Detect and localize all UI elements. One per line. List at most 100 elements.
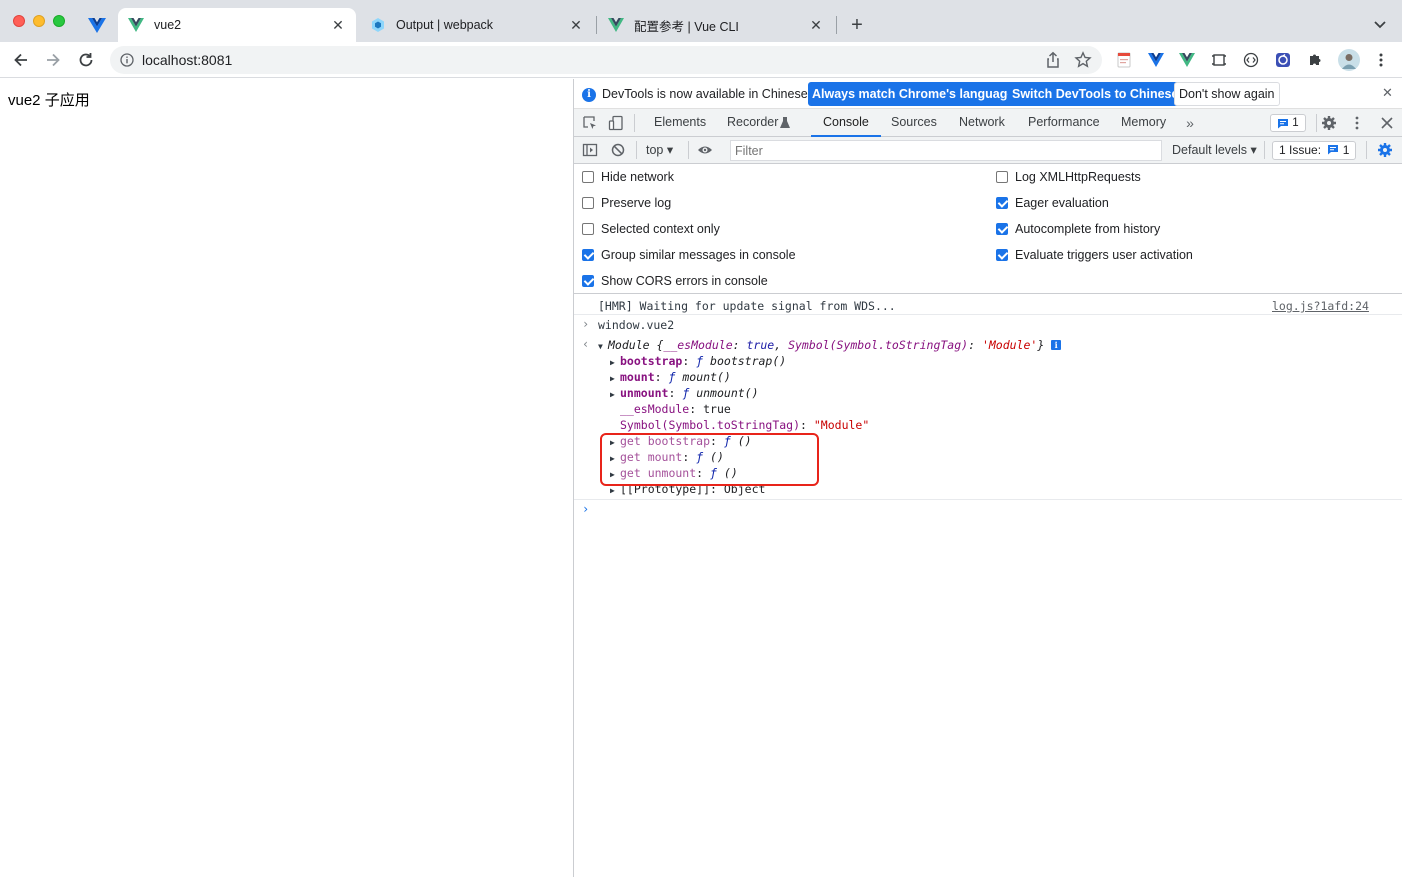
bookmark-star-icon[interactable] [1074,51,1092,69]
tab-search-button[interactable] [1370,14,1390,34]
console-settings-panel: Hide network Preserve log Selected conte… [574,164,1402,294]
result-summary[interactable]: ▼ Module {__esModule: true, Symbol(Symbol… [598,337,1062,355]
divider [634,114,635,132]
back-button[interactable] [10,49,32,71]
log-levels-select[interactable]: Default levels ▾ [1172,142,1257,157]
tab-vue-cli[interactable]: 配置参考 | Vue CLI ✕ [598,8,834,42]
more-tabs-chevron-icon[interactable]: » [1182,115,1198,131]
checkbox[interactable] [582,171,594,183]
sidebar-toggle-icon[interactable] [582,142,598,158]
always-match-language-button[interactable]: Always match Chrome's language [808,82,1019,106]
site-info-icon[interactable] [120,53,134,67]
avatar[interactable] [1338,49,1360,71]
tab-performance[interactable]: Performance [1028,109,1100,136]
option-hide-network[interactable]: Hide network [582,168,674,186]
new-tab-button[interactable]: + [846,14,868,36]
address-bar[interactable]: localhost:8081 [110,46,1102,74]
close-icon[interactable]: ✕ [568,17,584,33]
extensions-puzzle-icon[interactable] [1306,51,1324,69]
devtools-tab-bar: Elements Recorder Console Sources Networ… [574,109,1402,137]
webpack-icon [370,17,386,33]
switch-to-chinese-button[interactable]: Switch DevTools to Chinese [1008,82,1183,106]
chevron-down-icon [1374,21,1386,29]
close-icon[interactable]: ✕ [808,17,824,33]
tab-webpack[interactable]: Output | webpack ✕ [360,8,594,42]
extension-screenshot-icon[interactable] [1210,51,1228,69]
expanded-triangle-icon[interactable]: ▼ [598,339,608,355]
close-icon[interactable]: ✕ [1382,85,1393,101]
checkbox[interactable] [996,197,1008,209]
console-settings-gear-icon[interactable] [1377,142,1393,158]
option-eager-evaluation[interactable]: Eager evaluation [996,194,1109,212]
divider [1316,114,1317,132]
info-icon: i [582,88,596,102]
console-message: [HMR] Waiting for update signal from WDS… [574,297,1402,315]
tab-sources[interactable]: Sources [891,109,937,136]
share-icon[interactable] [1044,51,1062,69]
reload-button[interactable] [75,49,97,71]
more-vertical-icon[interactable] [1372,51,1390,69]
vue-logo-icon [608,17,624,33]
option-evaluate-triggers[interactable]: Evaluate triggers user activation [996,246,1193,264]
inspect-element-icon[interactable] [582,115,598,131]
pinned-tab-vue[interactable] [86,14,108,36]
option-autocomplete-history[interactable]: Autocomplete from history [996,220,1160,238]
object-property: Symbol(Symbol.toStringTag): "Module" [620,418,870,432]
language-infobar: i DevTools is now available in Chinese! … [574,79,1402,109]
checkbox[interactable] [996,223,1008,235]
messages-count-badge[interactable]: 1 [1270,114,1306,132]
tab-recorder[interactable]: Recorder [727,109,778,136]
checkbox[interactable] [582,197,594,209]
tab-elements[interactable]: Elements [654,109,706,136]
context-select[interactable]: top ▾ [646,142,673,157]
close-icon[interactable]: ✕ [330,17,346,33]
window-minimize-button[interactable] [33,15,45,27]
clear-console-icon[interactable] [610,142,626,158]
filter-placeholder: Filter [735,144,763,158]
tab-console[interactable]: Console [811,109,881,137]
tab-vue2[interactable]: vue2 ✕ [118,8,356,42]
extension-notes-icon[interactable] [1115,51,1133,69]
prompt-chevron-icon: › [582,502,590,516]
live-expression-eye-icon[interactable] [697,142,713,158]
url-text[interactable]: localhost:8081 [142,52,232,68]
window-maximize-button[interactable] [53,15,65,27]
extension-vue-icon[interactable] [1178,51,1196,69]
settings-gear-icon[interactable] [1321,115,1337,131]
object-property[interactable]: ▶ unmount: ƒ unmount() [610,385,759,401]
checkbox[interactable] [996,249,1008,261]
info-icon[interactable]: i [1051,340,1062,350]
tab-network[interactable]: Network [959,109,1005,136]
issues-button[interactable]: 1 Issue: 1 [1272,141,1356,160]
close-devtools-icon[interactable] [1379,115,1395,131]
object-property[interactable]: ▶ bootstrap: ƒ bootstrap() [610,353,786,369]
checkbox[interactable] [582,275,594,287]
source-link[interactable]: log.js?1afd:24 [1272,298,1369,314]
option-preserve-log[interactable]: Preserve log [582,194,671,212]
option-show-cors-errors[interactable]: Show CORS errors in console [582,272,768,290]
console-message-text: [HMR] Waiting for update signal from WDS… [598,299,896,313]
extension-code-icon[interactable] [1242,51,1260,69]
extension-vue-devtools-icon[interactable] [1147,51,1165,69]
collapsed-triangle-icon[interactable]: ▶ [610,387,620,403]
more-vertical-icon[interactable] [1349,115,1365,131]
option-selected-context-only[interactable]: Selected context only [582,220,720,238]
tab-memory[interactable]: Memory [1121,109,1166,136]
extension-sync-icon[interactable] [1274,51,1292,69]
checkbox[interactable] [582,223,594,235]
forward-button[interactable] [42,49,64,71]
divider [636,141,637,159]
console-filter-input[interactable]: Filter [730,140,1162,161]
window-close-button[interactable] [13,15,25,27]
dont-show-again-button[interactable]: Don't show again [1174,82,1280,106]
console-prompt-input[interactable]: › [574,499,1402,519]
checkbox[interactable] [582,249,594,261]
vue-logo-icon [88,18,106,33]
device-toolbar-icon[interactable] [608,115,624,131]
tab-strip: vue2 ✕ Output | webpack ✕ 配置参考 | Vue CLI… [0,0,1402,42]
object-property[interactable]: ▶ mount: ƒ mount() [610,369,731,385]
object-property: __esModule: true [620,402,731,416]
checkbox[interactable] [996,171,1008,183]
option-log-xhr[interactable]: Log XMLHttpRequests [996,168,1141,186]
option-group-similar[interactable]: Group similar messages in console [582,246,796,264]
